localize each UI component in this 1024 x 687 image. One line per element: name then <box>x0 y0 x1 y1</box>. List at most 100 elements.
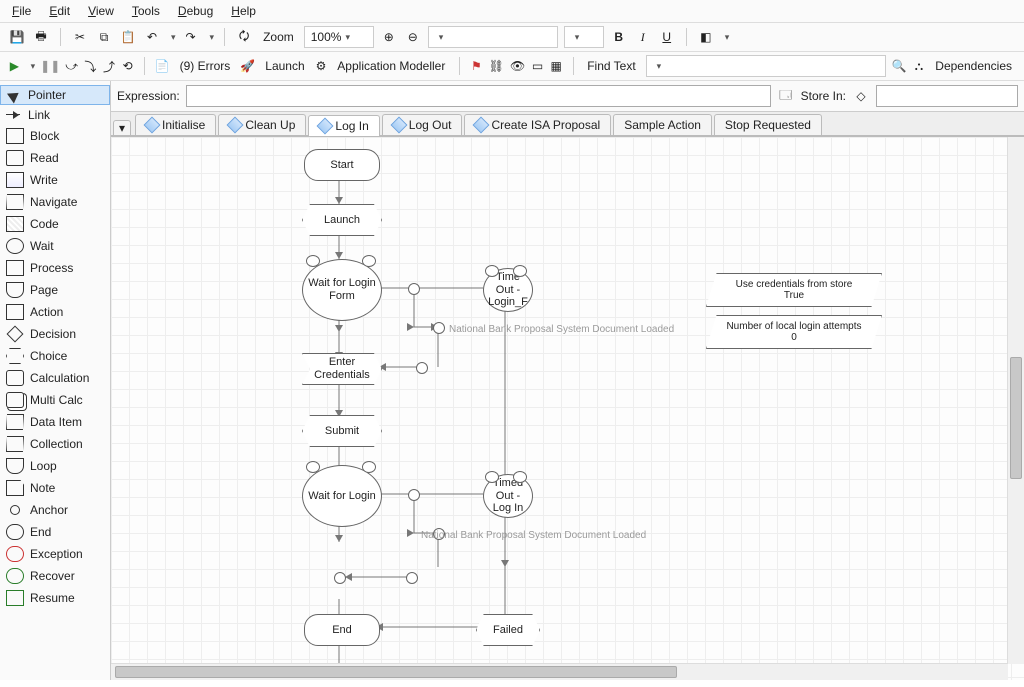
deps-icon[interactable]: ⛬ <box>913 57 926 75</box>
tab-sample-action[interactable]: Sample Action <box>613 114 712 135</box>
paste-icon[interactable]: 📋 <box>119 28 137 46</box>
tab-cleanup[interactable]: Clean Up <box>218 114 306 135</box>
zoom-in-icon[interactable]: ⊕ <box>380 28 398 46</box>
tool-note[interactable]: Note <box>0 477 110 499</box>
tab-menu-button[interactable]: ▾ <box>113 120 131 135</box>
ruler-icon[interactable]: ▭ <box>531 57 544 75</box>
menu-debug[interactable]: Debug <box>178 4 213 18</box>
zoom-dropdown[interactable]: 100%▾ <box>304 26 374 48</box>
step-into-icon[interactable]: ⤵ <box>84 57 97 75</box>
tool-read[interactable]: Read <box>0 147 110 169</box>
appmodeller-button[interactable]: Application Modeller <box>333 59 449 73</box>
font-family-dropdown[interactable]: ▾ <box>428 26 558 48</box>
refresh-icon[interactable]: 🗘 <box>235 28 253 46</box>
storein-field[interactable] <box>876 85 1018 107</box>
tool-recover[interactable]: Recover <box>0 565 110 587</box>
find-icon[interactable]: 🔍 <box>892 57 907 75</box>
tool-link[interactable]: Link <box>0 105 110 125</box>
tab-create-isa[interactable]: Create ISA Proposal <box>464 114 611 135</box>
step-over-icon[interactable]: ⤻ <box>65 57 78 75</box>
font-color-icon[interactable]: ◧ <box>697 28 715 46</box>
node-enter-credentials[interactable]: Enter Credentials <box>302 353 382 385</box>
tool-loop[interactable]: Loop <box>0 455 110 477</box>
cut-icon[interactable]: ✂ <box>71 28 89 46</box>
node-launch[interactable]: Launch <box>302 204 382 236</box>
tool-end[interactable]: End <box>0 521 110 543</box>
grid-icon[interactable]: ▦ <box>550 57 563 75</box>
anchor-icon <box>416 362 428 374</box>
tool-data-item[interactable]: Data Item <box>0 411 110 433</box>
errors-label[interactable]: (9) Errors <box>176 59 235 73</box>
appmodeller-icon[interactable]: ⚙ <box>315 57 328 75</box>
tool-write[interactable]: Write <box>0 169 110 191</box>
dataitem-use-credentials[interactable]: Use credentials from storeTrue <box>706 273 882 307</box>
tool-resume[interactable]: Resume <box>0 587 110 609</box>
save-icon[interactable]: 💾 <box>8 28 26 46</box>
storein-clear-icon[interactable]: ◇ <box>852 87 870 105</box>
menu-tools[interactable]: Tools <box>132 4 160 18</box>
tool-block[interactable]: Block <box>0 125 110 147</box>
link-icon[interactable]: ⛓ <box>489 57 504 75</box>
tab-logout[interactable]: Log Out <box>382 114 463 135</box>
print-icon[interactable]: 🖶 <box>32 28 50 46</box>
tool-anchor[interactable]: Anchor <box>0 499 110 521</box>
tool-multi-calc[interactable]: Multi Calc <box>0 389 110 411</box>
node-wait-login-form[interactable]: Wait for Login Form <box>302 259 382 321</box>
find-text-input[interactable]: ▾ <box>646 55 886 77</box>
play-icon[interactable]: ▶ <box>8 57 21 75</box>
tool-wait[interactable]: Wait <box>0 235 110 257</box>
errors-icon[interactable]: 📄 <box>155 57 170 75</box>
tool-action[interactable]: Action <box>0 301 110 323</box>
bold-button[interactable]: B <box>610 28 628 46</box>
undo-caret-icon[interactable]: ▾ <box>171 32 176 43</box>
vertical-scrollbar[interactable] <box>1007 137 1024 664</box>
zoom-out-icon[interactable]: ⊖ <box>404 28 422 46</box>
menu-view[interactable]: View <box>88 4 114 18</box>
launch-button[interactable]: Launch <box>261 59 308 73</box>
flag-icon[interactable]: ⚑ <box>470 57 483 75</box>
undo-icon[interactable]: ↶ <box>143 28 161 46</box>
italic-button[interactable]: I <box>634 28 652 46</box>
tab-initialise[interactable]: Initialise <box>135 114 216 135</box>
expression-builder-icon[interactable]: 🗔 <box>777 87 795 105</box>
end-icon <box>6 524 24 540</box>
tool-process[interactable]: Process <box>0 257 110 279</box>
tool-choice[interactable]: Choice <box>0 345 110 367</box>
tool-navigate[interactable]: Navigate <box>0 191 110 213</box>
tool-calculation[interactable]: Calculation <box>0 367 110 389</box>
menu-edit[interactable]: Edit <box>49 4 70 18</box>
menu-file[interactable]: File <box>12 4 31 18</box>
tool-decision[interactable]: Decision <box>0 323 110 345</box>
tool-code[interactable]: Code <box>0 213 110 235</box>
copy-icon[interactable]: ⧉ <box>95 28 113 46</box>
tab-login[interactable]: Log In <box>308 115 379 136</box>
font-color-caret-icon[interactable]: ▾ <box>725 32 730 43</box>
redo-icon[interactable]: ↷ <box>182 28 200 46</box>
node-submit[interactable]: Submit <box>302 415 382 447</box>
tool-exception[interactable]: Exception <box>0 543 110 565</box>
dataitem-login-attempts[interactable]: Number of local login attempts0 <box>706 315 882 349</box>
resume-icon <box>6 590 24 606</box>
play-caret-icon[interactable]: ▾ <box>31 61 36 72</box>
expression-field[interactable] <box>186 85 771 107</box>
menu-help[interactable]: Help <box>231 4 256 18</box>
tool-pointer[interactable]: Pointer <box>0 85 110 105</box>
node-start[interactable]: Start <box>304 149 380 181</box>
restart-icon[interactable]: ⟲ <box>121 57 134 75</box>
horizontal-scrollbar[interactable] <box>111 663 1008 680</box>
pause-icon[interactable]: ❚❚ <box>41 57 59 75</box>
tool-page[interactable]: Page <box>0 279 110 301</box>
font-size-dropdown[interactable]: ▾ <box>564 26 604 48</box>
tool-collection[interactable]: Collection <box>0 433 110 455</box>
watch-icon[interactable]: 👁 <box>510 57 525 75</box>
node-end[interactable]: End <box>304 614 380 646</box>
node-failed[interactable]: Failed <box>476 614 540 646</box>
launch-icon[interactable]: 🚀 <box>240 57 255 75</box>
redo-caret-icon[interactable]: ▾ <box>210 32 215 43</box>
diagram-canvas[interactable]: Start Launch Wait for Login Form Time Ou… <box>111 137 1024 680</box>
step-out-icon[interactable]: ⤴ <box>103 57 116 75</box>
tab-stop-requested[interactable]: Stop Requested <box>714 114 822 135</box>
dependencies-button[interactable]: Dependencies <box>931 59 1016 73</box>
node-wait-login[interactable]: Wait for Login <box>302 465 382 527</box>
underline-button[interactable]: U <box>658 28 676 46</box>
